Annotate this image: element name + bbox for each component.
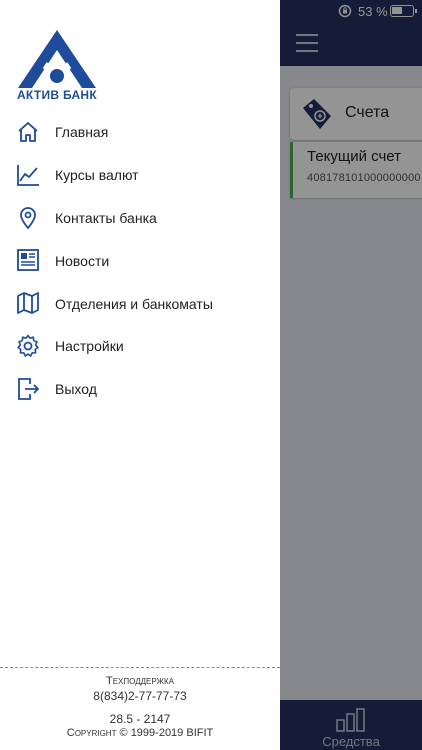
menu-item-label: Главная [55, 124, 109, 141]
drawer-scrim[interactable] [280, 0, 422, 750]
menu-item-label: Новости [55, 252, 110, 269]
gear-icon [17, 334, 39, 357]
bank-logo: АКТИВ БАНК [14, 28, 100, 104]
logout-icon [18, 377, 39, 400]
menu-item-bank-contacts[interactable]: Контакты банка [0, 197, 280, 240]
bank-logo-text: АКТИВ БАНК [16, 88, 98, 102]
menu-item-label: Контакты банка [55, 209, 157, 226]
drawer-footer: Техподдержка 8(834)2-77-77-73 28.5 - 214… [0, 667, 280, 750]
home-icon [18, 122, 38, 142]
menu-item-label: Отделения и банкоматы [55, 295, 213, 312]
menu-item-home[interactable]: Главная [0, 111, 280, 154]
menu-item-news[interactable]: Новости [0, 239, 280, 282]
bank-logo-icon [18, 30, 96, 89]
support-phone[interactable]: 8(834)2-77-77-73 [0, 689, 280, 703]
menu-item-settings[interactable]: Настройки [0, 325, 280, 368]
menu-item-exchange-rates[interactable]: Курсы валют [0, 154, 280, 197]
support-label: Техподдержка [106, 675, 174, 687]
location-pin-icon [20, 206, 36, 229]
newspaper-icon [17, 249, 39, 272]
menu-item-logout[interactable]: Выход [0, 368, 280, 411]
copyright-text: Copyright © 1999-2019 BIFIT [66, 727, 214, 739]
navigation-drawer: АКТИВ БАНК Главная Курсы валют Контакты … [0, 0, 280, 750]
menu-item-label: Настройки [55, 338, 124, 355]
menu-item-branches-atms[interactable]: Отделения и банкоматы [0, 282, 280, 325]
chart-line-icon [17, 164, 39, 186]
app-version: 28.5 - 2147 [109, 712, 171, 726]
map-icon [17, 292, 39, 315]
drawer-menu: Главная Курсы валют Контакты банка Новос… [0, 111, 280, 411]
menu-item-label: Курсы валют [55, 167, 139, 184]
menu-item-label: Выход [55, 381, 97, 398]
